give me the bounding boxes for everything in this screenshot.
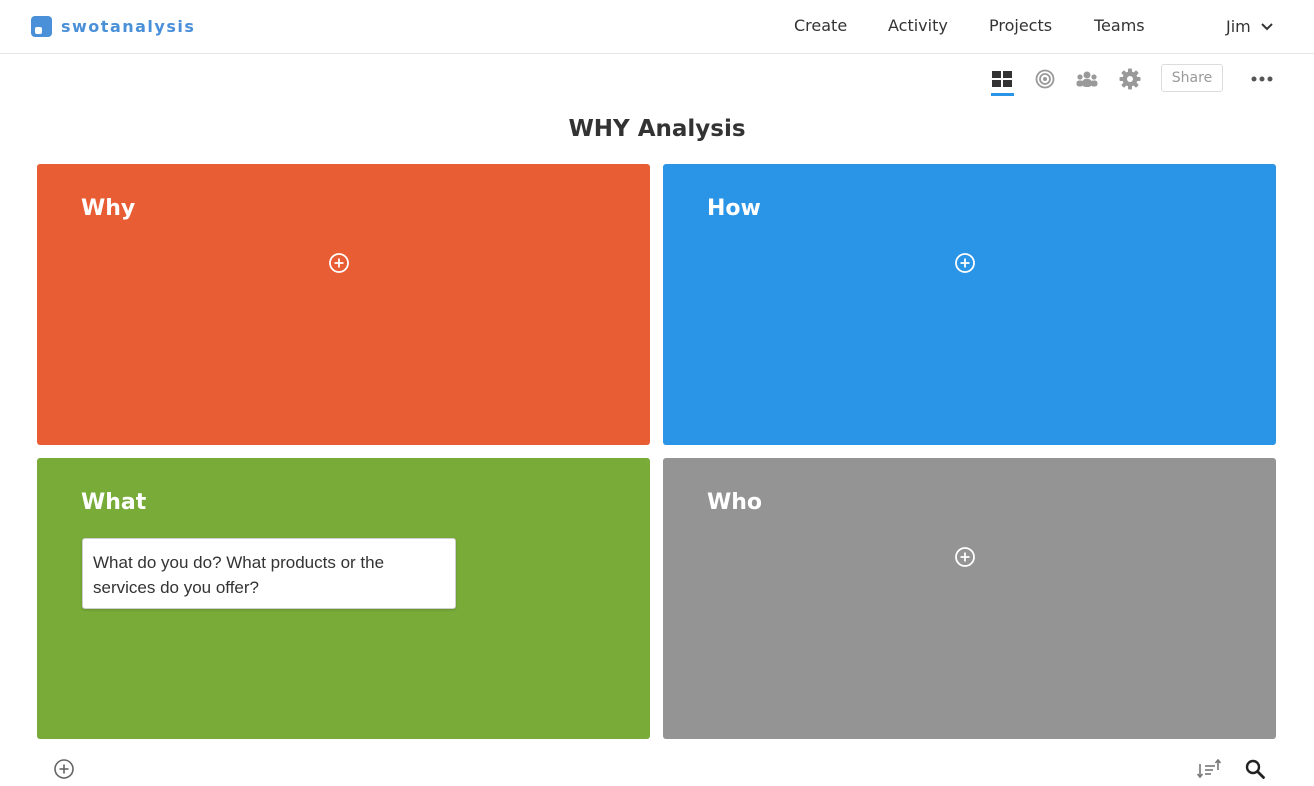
nav-projects[interactable]: Projects (989, 16, 1052, 35)
gear-icon[interactable] (1118, 67, 1142, 91)
quadrant-title: Who (707, 490, 763, 515)
nav-create[interactable]: Create (794, 16, 847, 35)
grid-view-icon[interactable] (990, 67, 1014, 91)
add-item-icon[interactable] (328, 252, 350, 274)
add-item-icon[interactable] (954, 252, 976, 274)
target-icon[interactable] (1033, 67, 1057, 91)
quadrant-how: How (663, 164, 1276, 445)
search-icon[interactable] (1244, 758, 1266, 780)
brand-name: swotanalysis (61, 17, 196, 36)
share-button[interactable]: Share (1161, 64, 1223, 92)
team-icon[interactable] (1075, 67, 1099, 91)
chevron-down-icon (1261, 22, 1273, 30)
page-title: WHY Analysis (568, 116, 746, 142)
logo-icon (31, 16, 52, 37)
active-view-indicator (991, 93, 1014, 96)
quadrant-who: Who (663, 458, 1276, 739)
user-menu[interactable]: Jim (1226, 17, 1273, 36)
sort-icon[interactable] (1196, 758, 1222, 780)
sticky-note[interactable]: What do you do? What products or the ser… (82, 538, 456, 609)
quadrant-title: Why (81, 196, 136, 221)
quadrant-title: What (81, 490, 147, 515)
quadrant-what: What What do you do? What products or th… (37, 458, 650, 739)
nav-activity[interactable]: Activity (888, 16, 948, 35)
top-navigation-bar: swotanalysis Create Activity Projects Te… (0, 0, 1314, 54)
brand-logo[interactable]: swotanalysis (31, 16, 195, 37)
quadrant-why: Why (37, 164, 650, 445)
more-icon[interactable] (1250, 67, 1274, 91)
add-quadrant-icon[interactable] (53, 758, 75, 780)
quadrant-title: How (707, 196, 761, 221)
add-item-icon[interactable] (954, 546, 976, 568)
user-name: Jim (1226, 17, 1251, 36)
nav-teams[interactable]: Teams (1094, 16, 1145, 35)
